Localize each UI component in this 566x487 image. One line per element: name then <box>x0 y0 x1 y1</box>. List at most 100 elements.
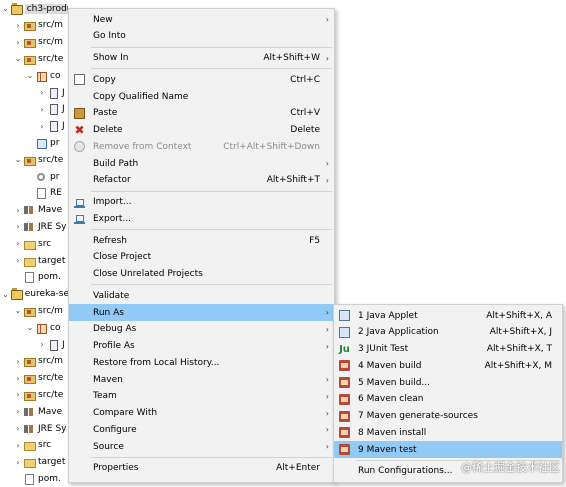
menu-item-close-unrelated-projects[interactable]: Close Unrelated Projects <box>69 266 334 283</box>
tree-item[interactable]: › JRE Sy <box>14 420 68 437</box>
tree-item[interactable]: pr <box>26 134 68 151</box>
menu-item-show-in[interactable]: Show In Alt+Shift+W › <box>69 50 334 67</box>
menu-item-close-project[interactable]: Close Project <box>69 249 334 266</box>
expand-arrow-icon[interactable]: › <box>38 88 46 97</box>
collapse-arrow-icon[interactable]: ⌄ <box>14 155 22 164</box>
tree-item[interactable]: › src <box>14 235 68 252</box>
tree-item[interactable]: pom. <box>14 269 68 286</box>
tree-item-label: src <box>38 440 52 451</box>
tree-item[interactable]: › target <box>14 252 68 269</box>
tree-item[interactable]: ⌄ ch3-product <box>2 0 68 17</box>
menu-item-debug-as[interactable]: Debug As › <box>69 321 334 338</box>
collapse-arrow-icon[interactable]: ⌄ <box>26 323 34 332</box>
tree-item[interactable]: › src/te <box>14 386 68 403</box>
menu-item-paste[interactable]: Paste Ctrl+V <box>69 105 334 122</box>
collapse-arrow-icon[interactable]: ⌄ <box>26 71 34 80</box>
menu-item-properties[interactable]: Properties Alt+Enter <box>69 460 334 477</box>
tree-item[interactable]: pom. <box>14 470 68 487</box>
menu-item-restore-from-local-history[interactable]: Restore from Local History... <box>69 354 334 371</box>
pkgfold-icon <box>24 390 36 401</box>
expand-arrow-icon[interactable]: › <box>38 340 46 349</box>
tree-item[interactable]: › Mave <box>14 202 68 219</box>
expand-arrow-icon[interactable]: › <box>14 407 22 416</box>
menu-item-copy[interactable]: Copy Ctrl+C <box>69 71 334 88</box>
menu-item-export[interactable]: Export... <box>69 210 334 227</box>
menu-item-label: Team <box>93 391 117 402</box>
tree-item[interactable]: › Mave <box>14 403 68 420</box>
run-as-item-7-maven-generate-sources[interactable]: 7 Maven generate-sources <box>334 408 562 425</box>
tree-item[interactable]: › target <box>14 454 68 471</box>
cls-icon <box>48 339 59 351</box>
expand-arrow-icon[interactable]: › <box>14 390 22 399</box>
tree-item[interactable]: › J <box>38 101 68 118</box>
tree-item[interactable]: ⌄ co <box>26 319 68 336</box>
run-as-item-3-junit-test[interactable]: Ju 3 JUnit Test Alt+Shift+X, T <box>334 341 562 358</box>
submenu-arrow-icon: › <box>325 408 329 418</box>
tree-item[interactable]: › src/m <box>14 353 68 370</box>
menu-item-refactor[interactable]: Refactor Alt+Shift+T › <box>69 172 334 189</box>
tree-item[interactable]: ⌄ src/te <box>14 50 68 67</box>
menu-item-source[interactable]: Source › <box>69 438 334 455</box>
menu-item-go-into[interactable]: Go Into <box>69 28 334 45</box>
menu-item-copy-qualified-name[interactable]: Copy Qualified Name <box>69 88 334 105</box>
menu-item-compare-with[interactable]: Compare With › <box>69 405 334 422</box>
collapse-arrow-icon[interactable]: ⌄ <box>14 54 22 63</box>
expand-arrow-icon[interactable]: › <box>14 21 22 30</box>
run-as-item-4-maven-build[interactable]: 4 Maven build Alt+Shift+X, M <box>334 357 562 374</box>
menu-item-configure[interactable]: Configure › <box>69 421 334 438</box>
expand-arrow-icon[interactable]: › <box>14 441 22 450</box>
menu-item-label: Refresh <box>93 235 127 246</box>
expand-arrow-icon[interactable]: › <box>38 122 46 131</box>
tree-item[interactable]: RE <box>26 185 68 202</box>
expand-arrow-icon[interactable]: › <box>14 256 22 265</box>
expand-arrow-icon[interactable]: › <box>14 458 22 467</box>
tree-item[interactable]: › src <box>14 437 68 454</box>
copy-icon <box>74 74 85 86</box>
run-as-item-5-maven-build[interactable]: 5 Maven build... <box>334 374 562 391</box>
expand-arrow-icon[interactable]: › <box>14 357 22 366</box>
tree-item[interactable]: › J <box>38 84 68 101</box>
tree-item[interactable]: ⌄ eureka-se <box>2 286 68 303</box>
tree-item[interactable]: ⌄ src/m <box>14 302 68 319</box>
menu-item-delete[interactable]: ✖ Delete Delete <box>69 122 334 139</box>
submenu-arrow-icon: › <box>325 324 329 334</box>
expand-arrow-icon[interactable]: › <box>14 239 22 248</box>
collapse-arrow-icon[interactable]: ⌄ <box>2 4 9 13</box>
pkgfold-icon <box>24 373 36 385</box>
tree-item[interactable]: › src/m <box>14 17 68 34</box>
expand-arrow-icon[interactable]: › <box>14 374 22 383</box>
tree-item[interactable]: ⌄ src/te <box>14 151 68 168</box>
expand-arrow-icon[interactable]: › <box>14 424 22 433</box>
menu-item-build-path[interactable]: Build Path › <box>69 155 334 172</box>
menu-item-remove-from-context[interactable]: Remove from Context Ctrl+Alt+Shift+Down <box>69 138 334 155</box>
menu-item-team[interactable]: Team › <box>69 388 334 405</box>
run-as-item-2-java-application[interactable]: 2 Java Application Alt+Shift+X, J <box>334 324 562 341</box>
tree-item[interactable]: ⌄ co <box>26 67 68 84</box>
tree-item[interactable]: › J <box>38 336 68 353</box>
expand-arrow-icon[interactable]: › <box>38 105 46 114</box>
menu-separator <box>91 284 332 286</box>
run-as-item-8-maven-install[interactable]: 8 Maven install <box>334 424 562 441</box>
menu-item-new[interactable]: New › <box>69 11 334 28</box>
menu-item-profile-as[interactable]: Profile As › <box>69 338 334 355</box>
tree-item[interactable]: › J <box>38 118 68 135</box>
expand-arrow-icon[interactable]: › <box>14 206 22 215</box>
menu-item-import[interactable]: Import... <box>69 194 334 211</box>
expand-arrow-icon[interactable]: › <box>14 222 22 231</box>
menu-item-refresh[interactable]: Refresh F5 <box>69 232 334 249</box>
menu-item-validate[interactable]: Validate <box>69 287 334 304</box>
run-as-item-1-java-applet[interactable]: 1 Java Applet Alt+Shift+X, A <box>334 307 562 324</box>
run-as-item-6-maven-clean[interactable]: 6 Maven clean <box>334 391 562 408</box>
file-icon <box>24 272 35 284</box>
collapse-arrow-icon[interactable]: ⌄ <box>14 306 22 315</box>
tree-item-label: eureka-se <box>24 289 68 300</box>
menu-item-run-as[interactable]: Run As › <box>69 304 334 321</box>
run-as-item-9-maven-test[interactable]: 9 Maven test <box>334 441 562 458</box>
tree-item[interactable]: pr <box>26 168 68 185</box>
tree-item[interactable]: › JRE Sy <box>14 218 68 235</box>
tree-item[interactable]: › src/te <box>14 370 68 387</box>
menu-item-maven[interactable]: Maven › <box>69 371 334 388</box>
expand-arrow-icon[interactable]: › <box>14 38 22 47</box>
collapse-arrow-icon[interactable]: ⌄ <box>2 290 9 299</box>
tree-item[interactable]: › src/m <box>14 34 68 51</box>
